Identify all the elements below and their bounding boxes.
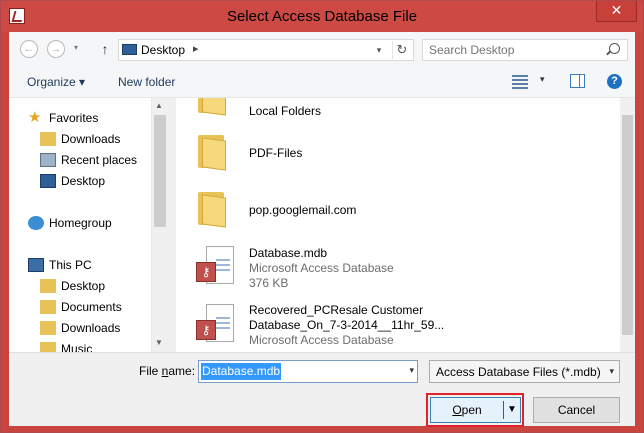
address-box[interactable]: Desktop ▸ ▾ ↻	[118, 39, 414, 61]
file-name: PDF-Files	[249, 146, 303, 160]
scroll-down-arrow-icon[interactable]: ▼	[155, 338, 163, 347]
folder-icon	[198, 190, 228, 228]
file-name-label: File name:	[139, 364, 196, 378]
nav-pc-documents-label: Documents	[61, 300, 122, 314]
computer-icon	[28, 258, 44, 272]
navigation-pane: ★ Favorites Downloads Recent places Desk…	[9, 98, 151, 352]
forward-arrow-icon[interactable]: →	[47, 40, 65, 58]
back-arrow-icon[interactable]: ←	[20, 40, 38, 58]
file-list-pane: Local Folders PDF-Files pop.googlemail.c…	[175, 98, 620, 352]
title-bar[interactable]: Select Access Database File ✕	[1, 1, 643, 32]
file-name: Database.mdb	[249, 246, 328, 260]
downloads-folder-icon	[40, 321, 56, 335]
recent-locations-chevron-icon[interactable]: ▾	[70, 40, 82, 58]
nav-scroll-thumb[interactable]	[154, 115, 166, 227]
breadcrumb-chevron-icon[interactable]: ▸	[193, 42, 199, 55]
address-dropdown-icon[interactable]: ▾	[370, 42, 388, 58]
file-type: Microsoft Access Database	[249, 333, 394, 347]
scroll-up-arrow-icon[interactable]: ▲	[155, 101, 163, 110]
file-type-select[interactable]: Access Database Files (*.mdb) ▾	[429, 360, 620, 383]
dialog-client: ← → ▾ ↑ Desktop ▸ ▾ ↻ Organize ▾ New fol…	[9, 32, 635, 427]
nav-scrollbar[interactable]: ▲ ▼	[151, 98, 168, 352]
file-size: 376 KB	[249, 276, 289, 290]
view-options-dropdown-icon[interactable]: ▾	[540, 74, 545, 85]
new-folder-button[interactable]: New folder	[118, 75, 175, 89]
open-button-label[interactable]: Open	[431, 398, 503, 422]
folder-icon	[198, 98, 228, 116]
desktop-location-icon	[122, 44, 137, 55]
change-view-icon[interactable]	[512, 75, 528, 89]
help-icon[interactable]: ?	[607, 74, 622, 89]
refresh-icon[interactable]: ↻	[392, 41, 411, 59]
desktop-folder-icon	[40, 279, 56, 293]
open-split-divider	[503, 401, 504, 419]
file-row-pop-googlemail[interactable]: pop.googlemail.com	[176, 190, 620, 240]
folder-icon	[198, 133, 228, 171]
access-database-icon: ⚷	[196, 304, 234, 348]
file-type-dropdown-icon[interactable]: ▾	[609, 366, 614, 377]
cancel-button[interactable]: Cancel	[533, 397, 620, 423]
nav-pc-downloads-label: Downloads	[61, 321, 121, 335]
nav-fav-desktop-label: Desktop	[61, 174, 106, 188]
nav-homegroup-label: Homegroup	[49, 216, 112, 230]
window-title: Select Access Database File	[226, 8, 418, 25]
nav-fav-downloads-label: Downloads	[61, 132, 121, 146]
nav-recent-places-label: Recent places	[61, 153, 138, 167]
file-name: pop.googlemail.com	[249, 203, 357, 217]
documents-folder-icon	[40, 300, 56, 314]
music-folder-icon	[40, 342, 56, 352]
file-name: Local Folders	[249, 104, 322, 118]
nav-favorites-label: Favorites	[49, 111, 99, 125]
open-dropdown-arrow-icon[interactable]: ▼	[507, 404, 517, 415]
access-database-icon: ⚷	[196, 246, 234, 290]
file-row-database-mdb[interactable]: ⚷ Database.mdb Microsoft Access Database…	[176, 246, 620, 298]
file-type-value: Access Database Files (*.mdb)	[436, 365, 601, 379]
search-box[interactable]	[422, 39, 628, 61]
close-button[interactable]: ✕	[596, 1, 637, 22]
file-name-value[interactable]: Database.mdb	[201, 363, 282, 380]
breadcrumb-desktop[interactable]: Desktop	[141, 43, 185, 57]
up-arrow-icon[interactable]: ↑	[97, 40, 113, 58]
file-name-line2: Database_On_7-3-2014__11hr_59...	[249, 318, 445, 332]
search-input[interactable]	[429, 42, 599, 58]
desktop-icon	[40, 174, 56, 188]
nav-this-pc-label: This PC	[49, 258, 92, 272]
file-scroll-thumb[interactable]	[622, 115, 633, 335]
preview-pane-icon[interactable]	[570, 74, 585, 88]
file-name-field[interactable]: Database.mdb ▾	[198, 360, 418, 383]
bottom-panel: File name: Database.mdb ▾ Access Databas…	[9, 352, 635, 427]
recent-places-icon	[40, 153, 56, 167]
file-row-recovered-database[interactable]: ⚷ Recovered_PCResale Customer Database_O…	[176, 303, 620, 352]
nav-pc-desktop-label: Desktop	[61, 279, 106, 293]
file-row-pdf-files[interactable]: PDF-Files	[176, 133, 620, 183]
homegroup-icon	[28, 216, 44, 230]
command-bar: Organize ▾ New folder ▾ ?	[9, 66, 635, 98]
open-button[interactable]: Open ▼	[430, 397, 521, 423]
search-icon[interactable]	[609, 43, 620, 54]
file-name-dropdown-icon[interactable]: ▾	[409, 365, 414, 376]
file-scrollbar[interactable]	[620, 98, 635, 352]
nav-pc-music-label: Music	[61, 342, 93, 352]
file-type: Microsoft Access Database	[249, 261, 394, 275]
downloads-folder-icon	[40, 132, 56, 146]
address-bar-row: ← → ▾ ↑ Desktop ▸ ▾ ↻	[9, 32, 635, 66]
file-row-local-folders[interactable]: Local Folders	[176, 98, 620, 118]
file-name-line1: Recovered_PCResale Customer	[249, 303, 424, 317]
dialog-window: Select Access Database File ✕ ← → ▾ ↑ De…	[0, 0, 644, 433]
organize-button[interactable]: Organize ▾	[27, 75, 85, 89]
star-icon: ★	[28, 109, 42, 126]
